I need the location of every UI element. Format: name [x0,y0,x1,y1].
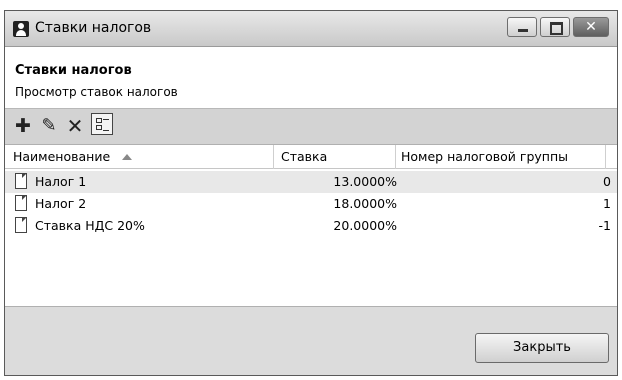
column-header-name[interactable]: Наименование [13,149,133,164]
cell-rate: 20.0000% [333,218,397,233]
title-bar[interactable]: Ставки налогов ✕ [5,11,617,47]
sort-ascending-icon [122,154,133,160]
document-icon [15,173,27,189]
table-row[interactable]: Налог 2 18.0000% 1 [5,193,617,215]
table-row[interactable]: Ставка НДС 20% 20.0000% -1 [5,215,617,237]
maximize-button[interactable] [540,17,570,37]
cell-group: 1 [603,196,611,211]
column-divider[interactable] [395,145,396,169]
column-divider[interactable] [273,145,274,169]
cell-group: 0 [603,174,611,189]
plus-icon: ✚ [15,115,31,137]
window-controls: ✕ [504,17,609,37]
window-title: Ставки налогов [35,20,152,36]
cell-rate: 13.0000% [333,174,397,189]
user-icon [13,21,29,37]
header-title: Ставки налогов [15,63,132,78]
cell-rate: 18.0000% [333,196,397,211]
cell-name: Ставка НДС 20% [35,218,145,233]
document-icon [15,195,27,211]
toolbar: ✚ ✎ ✕ [5,109,617,145]
dialog-header: Ставки налогов Просмотр ставок налогов [5,47,617,109]
minimize-button[interactable] [507,17,537,37]
view-button[interactable] [91,113,113,135]
close-window-button[interactable]: ✕ [573,17,609,37]
delete-button[interactable]: ✕ [63,115,87,137]
edit-button[interactable]: ✎ [37,115,61,137]
tax-rates-window: Ставки налогов ✕ Ставки налогов Просмотр… [4,10,618,376]
table-header: Наименование Ставка Номер налоговой груп… [5,145,617,169]
cross-icon: ✕ [66,114,84,138]
add-button[interactable]: ✚ [11,115,35,137]
dialog-footer: Закрыть [5,307,617,375]
column-header-group[interactable]: Номер налоговой группы [401,149,568,164]
tax-rates-table: Наименование Ставка Номер налоговой груп… [5,145,617,307]
header-subtitle: Просмотр ставок налогов [15,85,178,99]
list-view-icon [103,119,109,131]
cell-name: Налог 2 [35,196,87,211]
column-divider[interactable] [605,145,606,169]
cell-name: Налог 1 [35,174,87,189]
close-button[interactable]: Закрыть [475,333,609,363]
column-header-rate[interactable]: Ставка [281,149,327,164]
table-row[interactable]: Налог 1 13.0000% 0 [5,171,617,193]
cell-group: -1 [598,218,611,233]
document-icon [15,217,27,233]
pencil-icon: ✎ [41,115,57,136]
column-header-name-label: Наименование [13,149,111,164]
